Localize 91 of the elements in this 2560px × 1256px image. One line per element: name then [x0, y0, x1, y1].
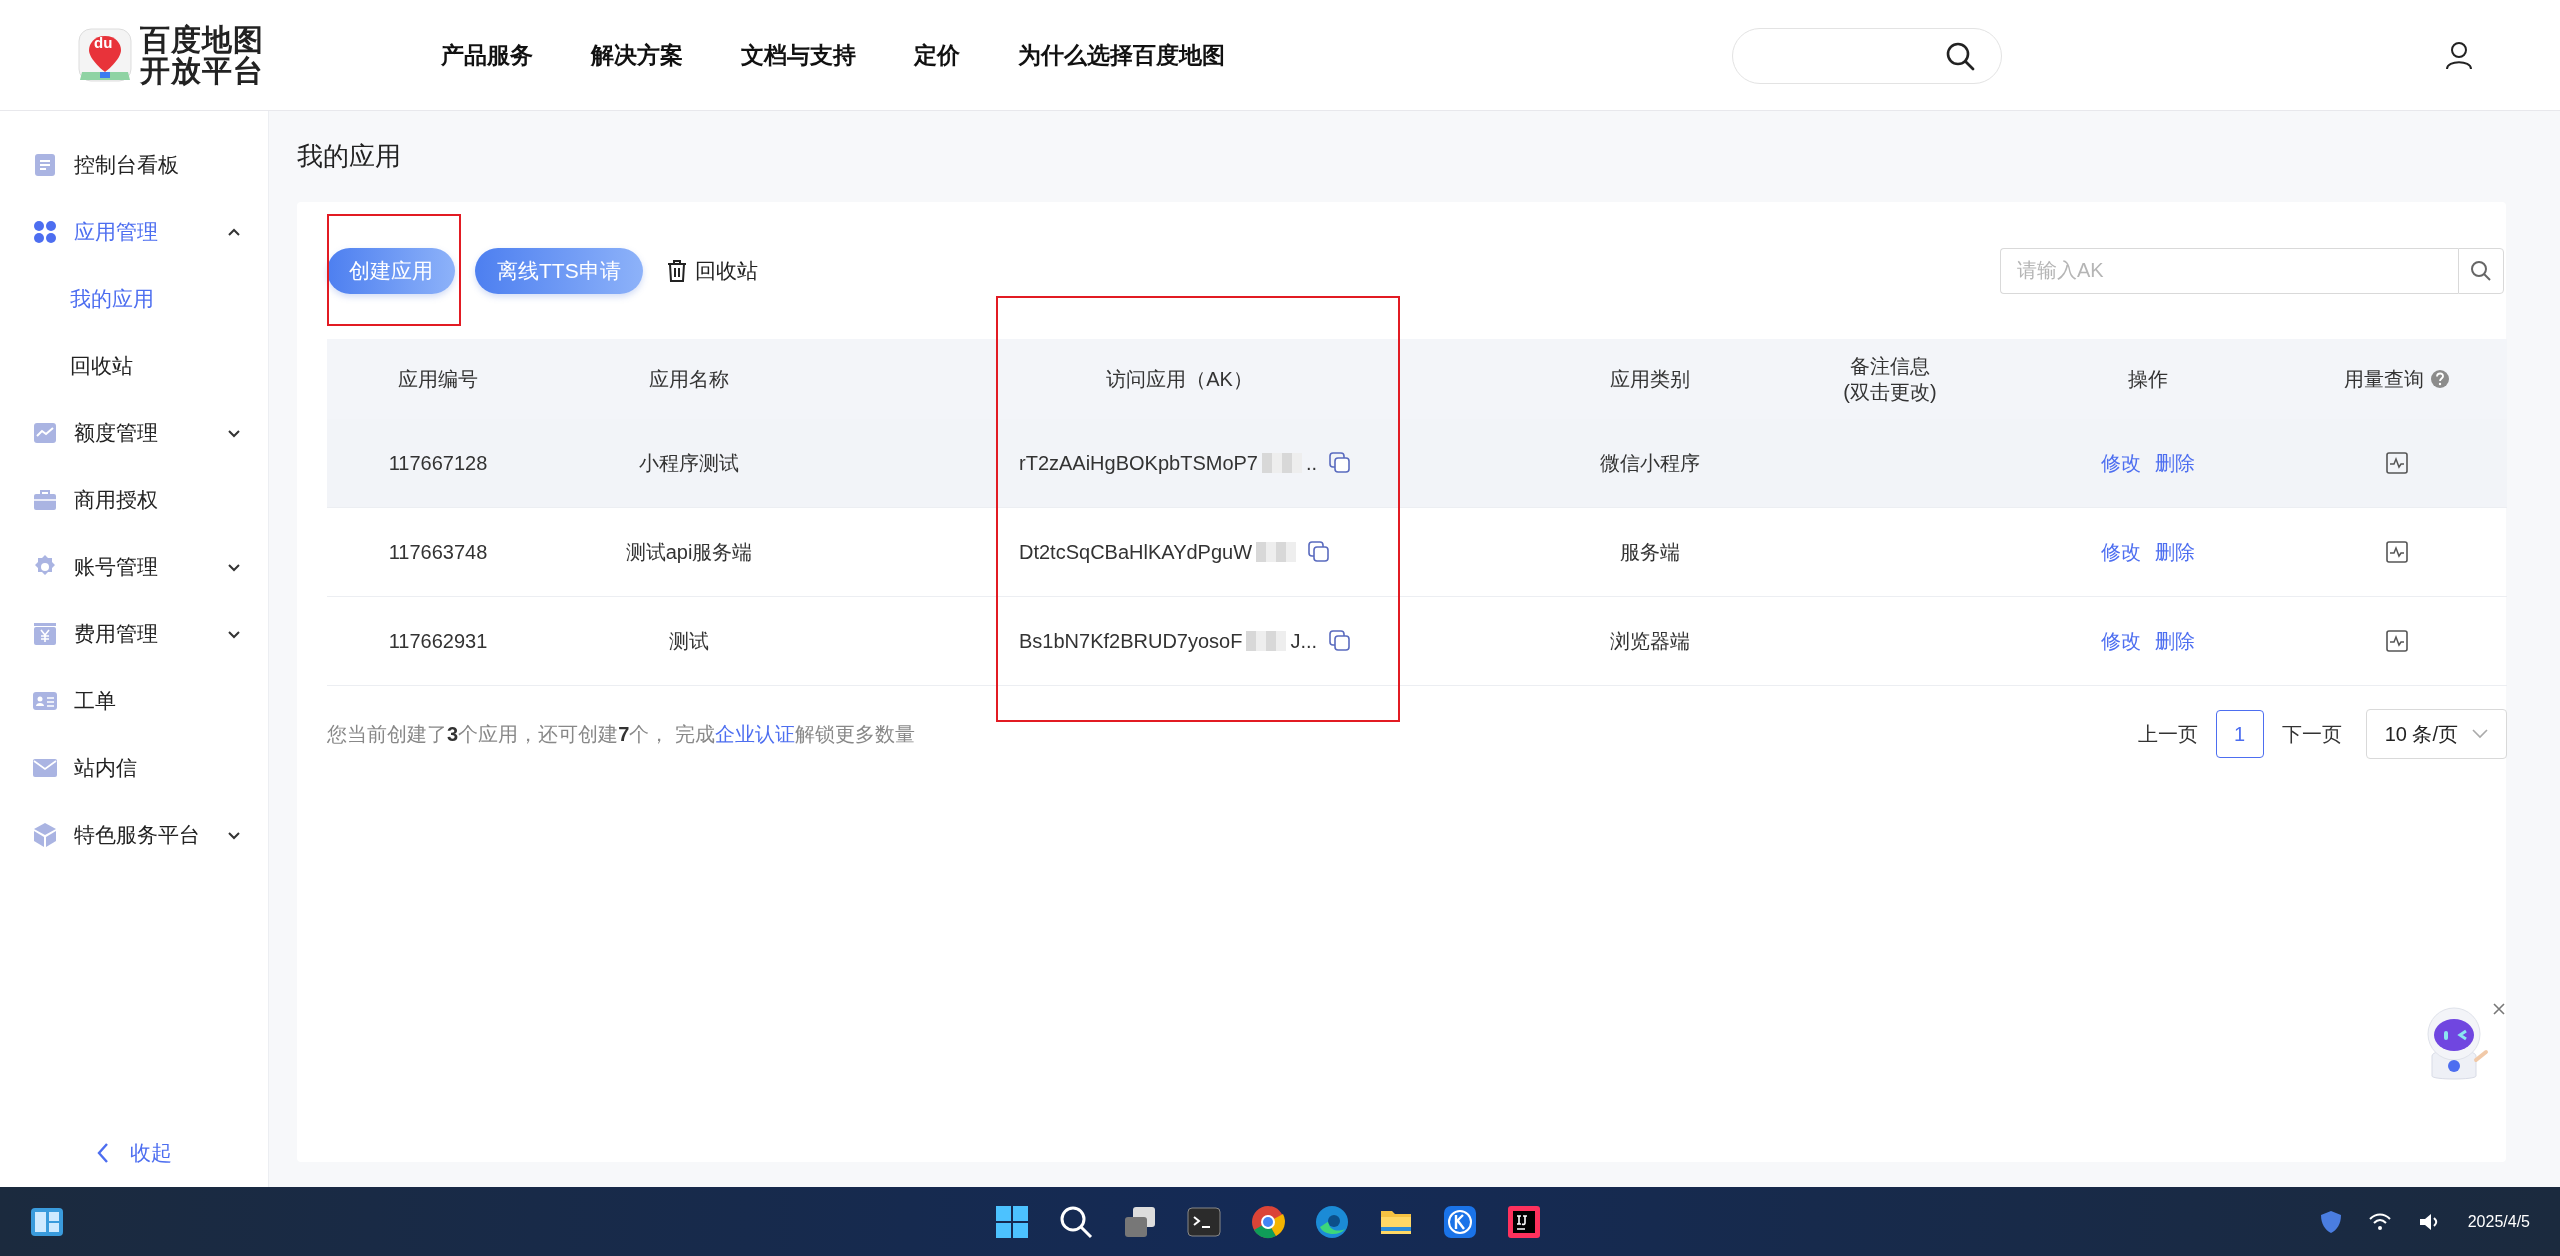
copy-icon[interactable] [1308, 541, 1331, 563]
page-title: 我的应用 [297, 140, 402, 173]
ak-text: .. [1306, 451, 1318, 475]
logo-text: 百度地图 [140, 23, 264, 55]
next-page-link[interactable]: 下一页 [2281, 720, 2342, 748]
table-cell-text: 微信小程序 [1600, 450, 1700, 476]
ak-text: rT2zAAiHgBOKpbTSMoP7 [1019, 451, 1258, 475]
yen-icon [32, 620, 58, 647]
action-link[interactable]: 修改 [2101, 538, 2141, 566]
redacted-mark [1262, 453, 1302, 473]
sidebar-item[interactable]: 特色服务平台 [0, 801, 268, 868]
sidebar-item[interactable]: 应用管理 [0, 198, 268, 265]
column-header: 应用名称 [649, 367, 729, 392]
help-icon[interactable] [2429, 369, 2450, 389]
map-pin-logo-icon [78, 28, 132, 82]
page-size-dropdown[interactable]: 10 条/页 [2365, 709, 2507, 759]
ak-text: Bs1bN7Kf2BRUD7yosoF [1019, 629, 1243, 653]
k-app-icon[interactable] [1443, 1204, 1477, 1239]
widgets-icon[interactable] [30, 1206, 64, 1237]
edge-browser-icon[interactable] [1315, 1204, 1349, 1239]
search-icon [2470, 259, 2492, 282]
column-header: 操作 [2128, 367, 2168, 392]
logo-letters: du [94, 33, 113, 51]
trash-icon [666, 259, 687, 282]
windows-start-icon[interactable] [995, 1204, 1029, 1239]
wifi-icon[interactable] [2367, 1211, 2392, 1232]
user-icon[interactable] [2444, 40, 2474, 70]
sidebar-item[interactable]: 控制台看板 [0, 131, 268, 198]
nav-link[interactable]: 产品服务 [441, 39, 533, 71]
sidebar-item[interactable]: 账号管理 [0, 533, 268, 600]
table-cell-text: 服务端 [1620, 539, 1680, 565]
ak-text: J... [1290, 629, 1318, 653]
action-link[interactable]: 删除 [2155, 449, 2195, 477]
collapse-link[interactable]: 收起 [0, 1139, 268, 1187]
task-view-icon[interactable] [1123, 1204, 1157, 1239]
summary-text: 您当前创建了3个应用，还可创建7个， 完成企业认证解锁更多数量 [327, 721, 915, 747]
action-link[interactable]: 删除 [2155, 538, 2195, 566]
search-icon[interactable] [1945, 41, 1975, 71]
sidebar-subitem[interactable]: 我的应用 [0, 265, 268, 332]
line-chart-icon[interactable] [2384, 629, 2409, 653]
table-cell: 117667128 [388, 451, 488, 475]
ide-app-icon[interactable] [1507, 1204, 1541, 1239]
chrome-browser-icon[interactable] [1251, 1204, 1285, 1239]
shield-icon[interactable] [2319, 1209, 2342, 1234]
table-cell-text: 测试api服务端 [625, 539, 753, 565]
column-header: 用量查询 [2343, 367, 2424, 392]
copy-icon[interactable] [1329, 452, 1352, 474]
column-header: 应用编号 [398, 367, 478, 392]
sidebar-item[interactable]: 额度管理 [0, 399, 268, 466]
ak-search-field[interactable]: 请输入AK [2000, 247, 2458, 294]
recycle-bin-link[interactable]: 回收站 [666, 256, 758, 285]
action-link[interactable]: 修改 [2101, 449, 2141, 477]
sidebar-subitem[interactable]: 回收站 [0, 332, 268, 399]
sidebar-item[interactable]: 商用授权 [0, 466, 268, 533]
line-chart-icon[interactable] [2384, 451, 2409, 475]
document-icon [32, 151, 58, 178]
column-header: 应用类别 [1610, 367, 1690, 392]
nav-link[interactable]: 解决方案 [591, 39, 683, 71]
redacted-mark [1246, 631, 1287, 651]
table-cell: 117662931 [388, 629, 488, 653]
logo-text: 开放平台 [140, 55, 264, 87]
line-chart-icon[interactable] [2384, 540, 2409, 564]
column-header: 访问应用（AK） [1106, 367, 1253, 392]
cube-icon [32, 821, 58, 848]
table-cell-text: 测试 [669, 628, 709, 654]
sidebar-item[interactable]: 站内信 [0, 734, 268, 801]
sidebar-item[interactable]: 工单 [0, 667, 268, 734]
nav-link[interactable]: 定价 [914, 39, 960, 71]
table-cell-text: 小程序测试 [639, 450, 739, 476]
column-header: 备注信息 (双击更改) [1843, 354, 1937, 405]
nav-link[interactable]: 为什么选择百度地图 [1018, 39, 1225, 71]
chevron-down-icon [2472, 729, 2488, 739]
copy-icon[interactable] [1329, 630, 1352, 652]
search-icon[interactable] [1059, 1204, 1093, 1239]
ak-text: Dt2tcSqCBaHlKAYdPguW [1019, 540, 1253, 564]
table-cell: 117663748 [388, 540, 488, 564]
redacted-mark [1256, 542, 1297, 562]
nav-link[interactable]: 文档与支持 [741, 39, 856, 71]
page-button[interactable]: 1 [2215, 710, 2264, 758]
action-link[interactable]: 修改 [2101, 627, 2141, 655]
table-cell-text: 浏览器端 [1610, 628, 1690, 654]
prev-page-link[interactable]: 上一页 [2137, 720, 2198, 748]
four-dots-icon [32, 218, 58, 245]
sidebar-item[interactable]: 费用管理 [0, 600, 268, 667]
close-icon[interactable] [2492, 1002, 2506, 1016]
taskbar-date: 2025/4/5 [2467, 1212, 2530, 1231]
terminal-icon[interactable] [1187, 1204, 1221, 1239]
chevron-left-icon [96, 1142, 110, 1164]
search-button[interactable] [2458, 247, 2504, 294]
action-link[interactable]: 删除 [2155, 627, 2195, 655]
enterprise-verify-link[interactable]: 企业认证 [714, 722, 795, 745]
